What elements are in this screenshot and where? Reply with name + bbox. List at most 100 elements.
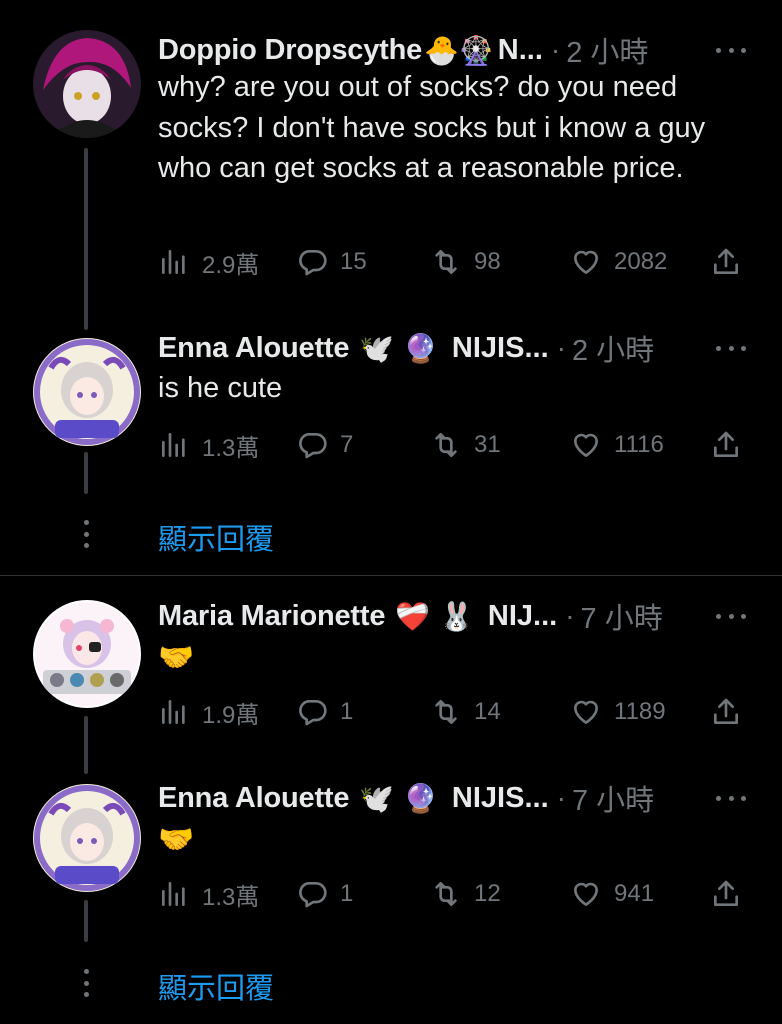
reply-count: 1 [340, 880, 354, 907]
like-button[interactable]: 1189 [570, 692, 666, 732]
views-icon [162, 882, 185, 906]
reply-icon [299, 882, 327, 908]
avatar[interactable] [33, 784, 141, 892]
tweet-text: why? are you out of socks? do you need s… [158, 71, 706, 184]
like-icon [574, 882, 598, 906]
tweet-header: Enna Alouette 🕊️ 🔮 NIJIS... · 7 小時 [158, 778, 654, 818]
reply-count: 15 [340, 248, 367, 275]
tweet-header: Doppio Dropscythe 🐣🎡 N... · 2 小時 [158, 30, 648, 70]
author-name[interactable]: Doppio Dropscythe [158, 34, 422, 67]
views-icon [162, 250, 185, 274]
retweet-button[interactable]: 31 [430, 425, 501, 465]
tweet-text: is he cute [158, 372, 283, 404]
views-count: 2.9萬 [202, 251, 260, 279]
separator-dot: · [556, 782, 566, 813]
thread-line [84, 452, 88, 494]
timestamp[interactable]: 2 小時 [572, 327, 654, 369]
views-icon [162, 700, 185, 724]
retweet-count: 31 [474, 431, 501, 458]
share-icon [714, 698, 738, 724]
like-button[interactable]: 2082 [570, 242, 667, 282]
views-button[interactable]: 1.9萬 [158, 692, 259, 732]
action-bar: 2.9萬 15 98 2082 [158, 242, 748, 282]
show-replies-link[interactable]: 顯示回覆 [158, 965, 274, 1007]
avatar[interactable] [33, 30, 141, 138]
share-icon [714, 248, 738, 274]
more-replies-dots [83, 969, 89, 997]
tweet-text: 🤝 [158, 824, 195, 856]
tweet-text: 🤝 [158, 642, 195, 674]
retweet-count: 14 [474, 698, 501, 725]
retweet-icon [435, 882, 457, 906]
retweet-count: 98 [474, 248, 501, 275]
author-emoji: 🕊️ 🔮 [359, 781, 438, 815]
reply-count: 7 [340, 431, 354, 458]
retweet-icon [435, 250, 457, 274]
action-bar: 1.3萬 7 31 1116 [158, 425, 748, 465]
like-icon [574, 700, 598, 724]
share-button[interactable] [710, 874, 742, 914]
author-emoji: 🐣🎡 [424, 33, 494, 67]
like-button[interactable]: 941 [570, 874, 654, 914]
views-button[interactable]: 2.9萬 [158, 242, 259, 282]
like-count: 1189 [614, 698, 666, 725]
avatar[interactable] [33, 600, 141, 708]
more-icon[interactable] [716, 788, 746, 808]
views-count: 1.3萬 [202, 883, 260, 911]
like-button[interactable]: 1116 [570, 425, 664, 465]
retweet-button[interactable]: 12 [430, 874, 501, 914]
action-bar: 1.3萬 1 12 941 [158, 874, 748, 914]
reply-button[interactable]: 7 [296, 425, 353, 465]
retweet-button[interactable]: 98 [430, 242, 501, 282]
separator-dot: · [565, 600, 575, 631]
author-name[interactable]: Enna Alouette [158, 782, 349, 815]
retweet-count: 12 [474, 880, 501, 907]
separator-dot: · [550, 34, 561, 65]
thread-line [84, 900, 88, 942]
share-icon [714, 431, 738, 457]
views-icon [162, 433, 185, 457]
tweet-header: Maria Marionette ❤️‍🩹 🐰 NIJ... · 7 小時 [158, 596, 663, 636]
reply-count: 1 [340, 698, 354, 725]
thread-line [84, 148, 88, 330]
timestamp[interactable]: 2 小時 [566, 29, 648, 71]
author-emoji: 🕊️ 🔮 [359, 331, 438, 365]
share-button[interactable] [710, 425, 742, 465]
more-icon[interactable] [716, 338, 746, 358]
views-count: 1.3萬 [202, 434, 260, 462]
author-affiliation: NIJIS... [451, 331, 549, 364]
like-count: 941 [614, 880, 655, 907]
author-emoji: ❤️‍🩹 🐰 [395, 599, 474, 633]
tweet-header: Enna Alouette 🕊️ 🔮 NIJIS... · 2 小時 [158, 328, 654, 368]
author-affiliation: N... [497, 33, 543, 66]
share-button[interactable] [710, 242, 742, 282]
views-count: 1.9萬 [202, 701, 260, 729]
like-count: 2082 [614, 248, 668, 275]
avatar[interactable] [33, 338, 141, 446]
retweet-button[interactable]: 14 [430, 692, 501, 732]
like-count: 1116 [614, 431, 664, 458]
reply-icon [299, 700, 327, 726]
more-icon[interactable] [716, 606, 746, 626]
timestamp[interactable]: 7 小時 [581, 595, 663, 637]
like-icon [574, 433, 598, 457]
thread-line [84, 716, 88, 774]
share-icon [714, 880, 738, 906]
reply-icon [299, 250, 327, 276]
like-icon [574, 250, 598, 274]
reply-button[interactable]: 1 [296, 874, 353, 914]
reply-button[interactable]: 15 [296, 242, 367, 282]
views-button[interactable]: 1.3萬 [158, 874, 259, 914]
author-name[interactable]: Enna Alouette [158, 332, 349, 365]
separator-dot: · [556, 332, 566, 363]
share-button[interactable] [710, 692, 742, 732]
timestamp[interactable]: 7 小時 [572, 777, 654, 819]
reply-button[interactable]: 1 [296, 692, 353, 732]
views-button[interactable]: 1.3萬 [158, 425, 259, 465]
retweet-icon [435, 433, 457, 457]
author-affiliation: NIJIS... [451, 781, 549, 814]
more-icon[interactable] [716, 40, 746, 60]
more-replies-dots [83, 520, 89, 548]
show-replies-link[interactable]: 顯示回覆 [158, 516, 274, 558]
author-name[interactable]: Maria Marionette [158, 600, 385, 633]
